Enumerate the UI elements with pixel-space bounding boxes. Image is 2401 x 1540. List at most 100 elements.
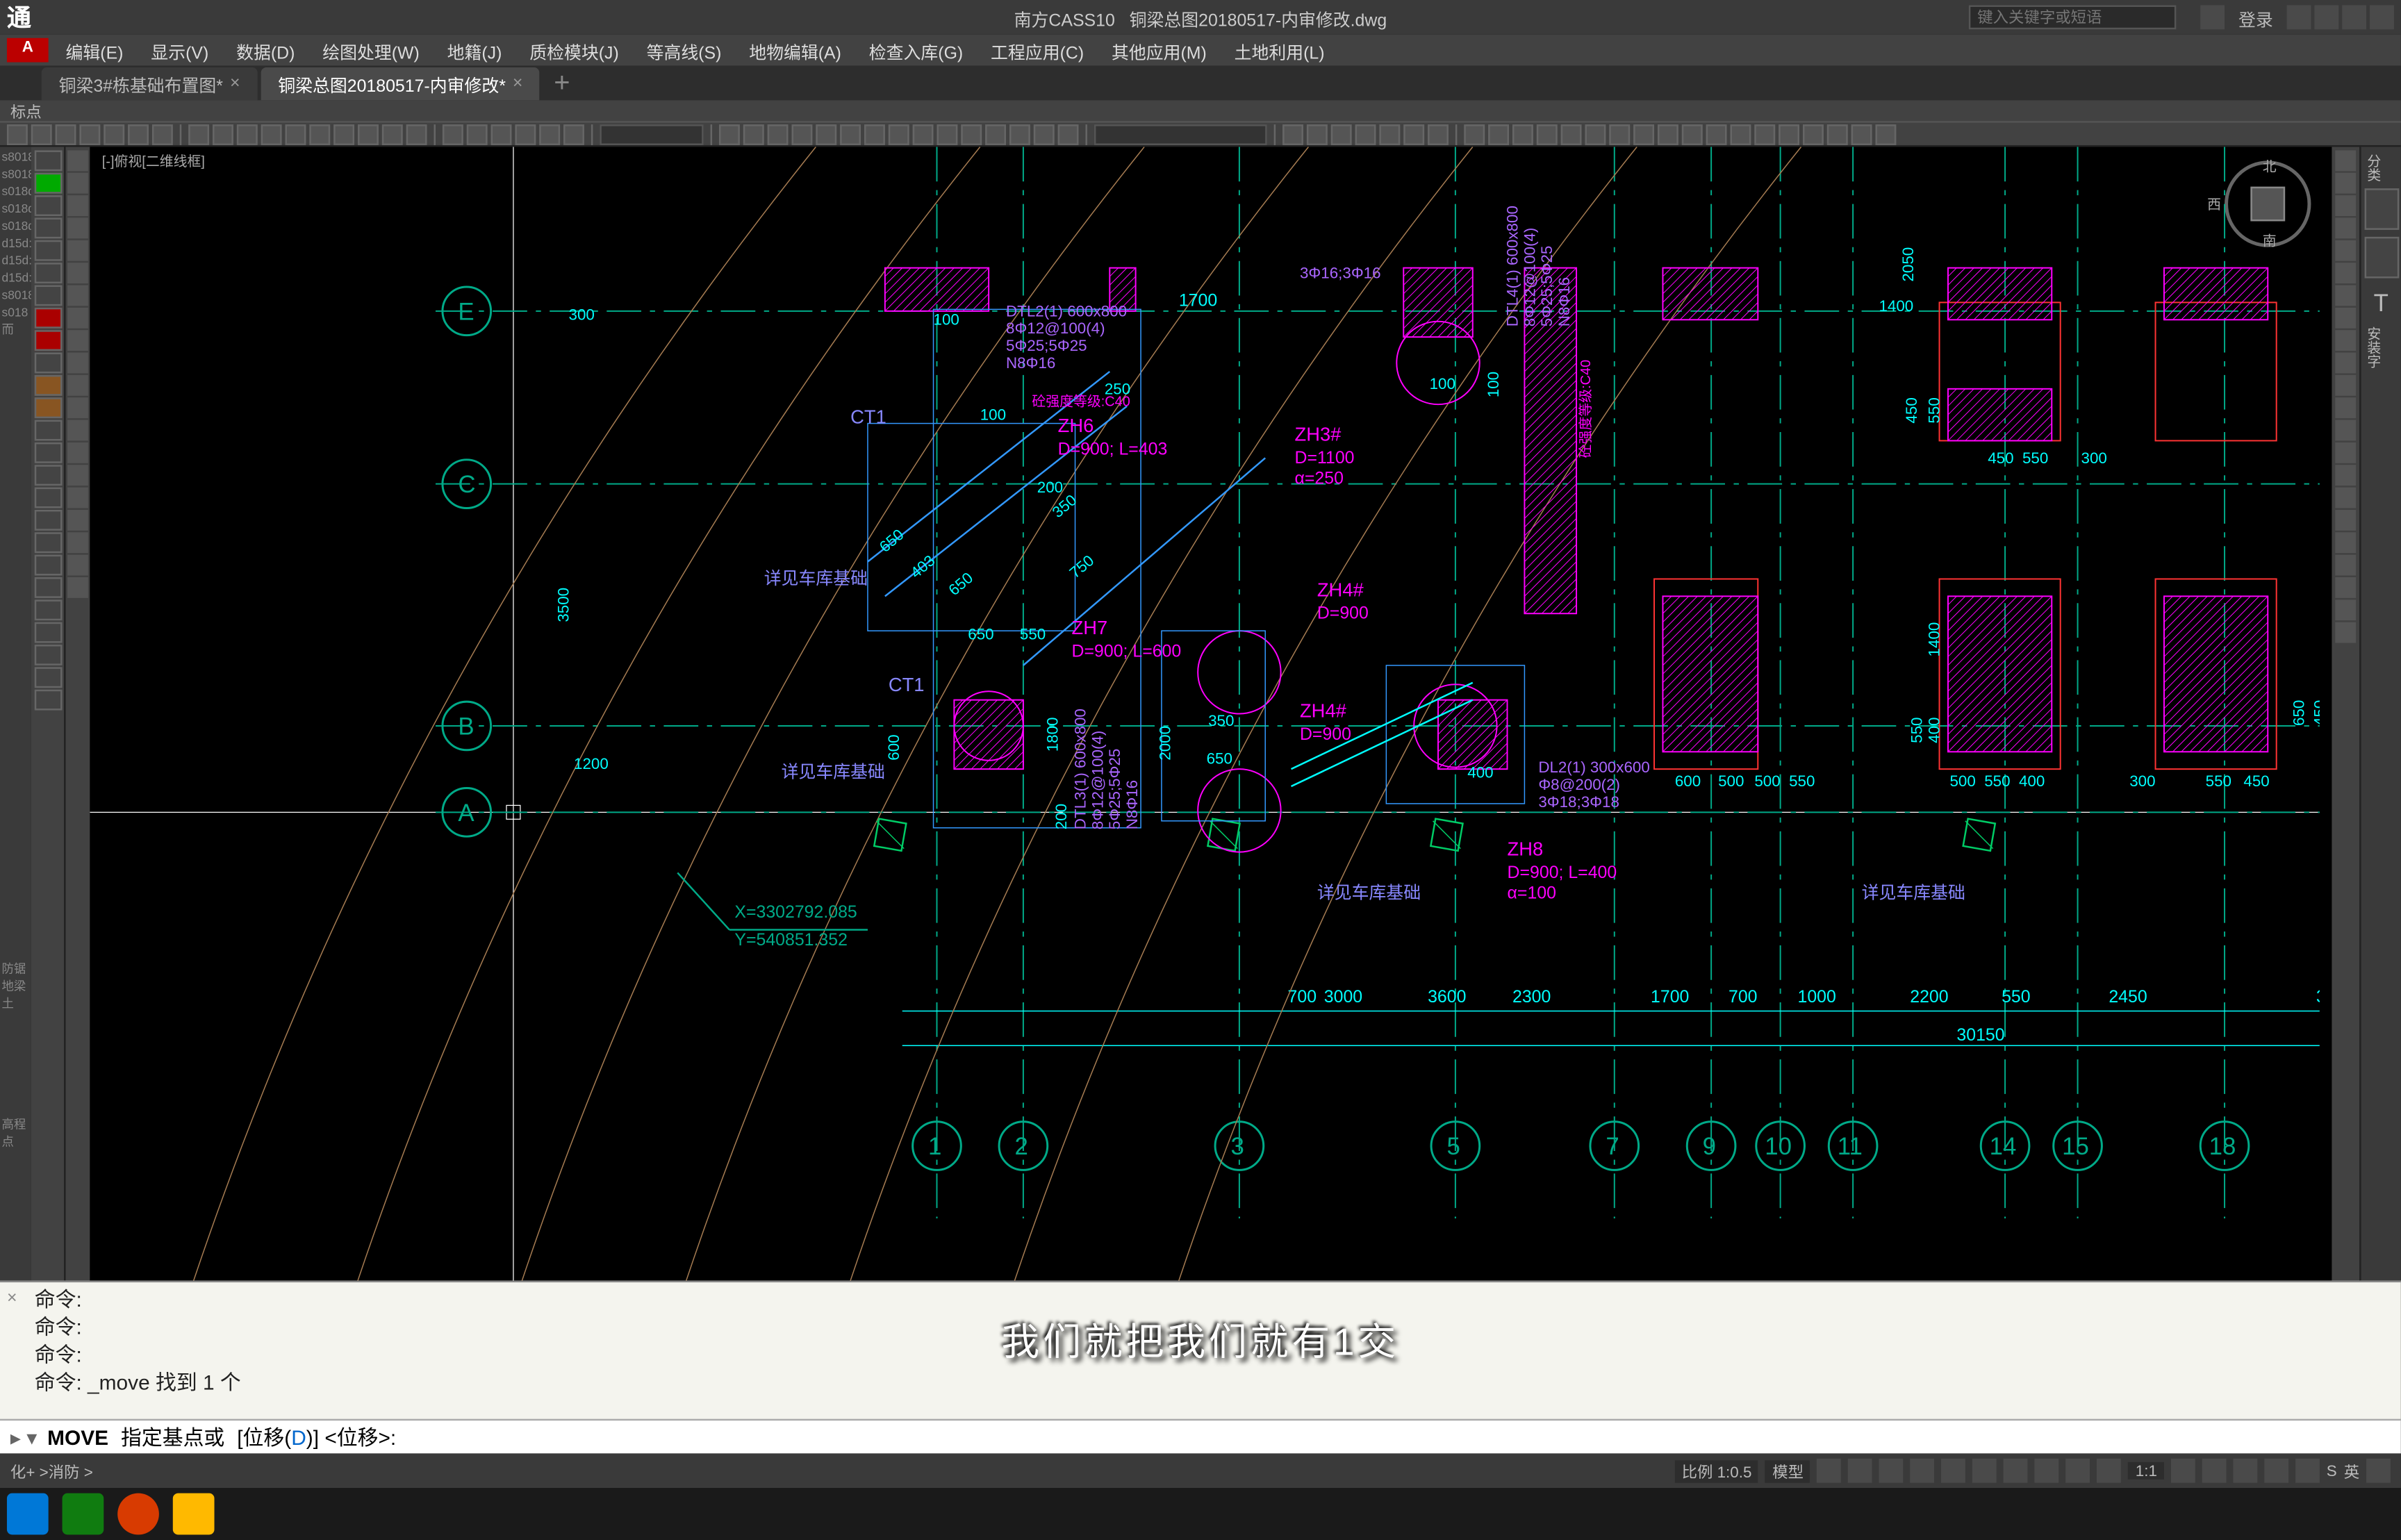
tool-icon[interactable] — [1034, 124, 1055, 144]
modify-tool-icon[interactable] — [2335, 420, 2356, 441]
draw-tool-icon[interactable] — [67, 150, 88, 171]
palette-item[interactable] — [34, 240, 62, 261]
draw-tool-icon[interactable] — [67, 420, 88, 441]
tool-icon[interactable] — [1706, 124, 1727, 144]
tool-icon[interactable] — [1512, 124, 1533, 144]
palette-item[interactable] — [34, 488, 62, 508]
tool-icon[interactable] — [104, 124, 124, 144]
palette-item[interactable] — [34, 465, 62, 486]
palette-item[interactable] — [34, 330, 62, 351]
ime-lang[interactable]: 英 — [2344, 1459, 2359, 1482]
menu-draw[interactable]: 绘图处理(W) — [308, 37, 433, 63]
menu-view[interactable]: 显示(V) — [137, 37, 222, 63]
modify-tool-icon[interactable] — [2335, 622, 2356, 643]
tool-icon[interactable] — [889, 124, 909, 144]
tool-icon[interactable] — [286, 124, 306, 144]
tool-icon[interactable] — [491, 124, 512, 144]
text-tool-icon[interactable]: T — [2365, 288, 2398, 316]
draw-tool-icon[interactable] — [67, 353, 88, 374]
status-icon[interactable] — [2202, 1459, 2227, 1483]
tab-doc-2[interactable]: 铜梁总图20180517-内审修改*× — [261, 67, 540, 100]
draw-tool-icon[interactable] — [67, 173, 88, 194]
modify-tool-icon[interactable] — [2335, 599, 2356, 620]
palette-item[interactable] — [34, 555, 62, 576]
tool-icon[interactable] — [1428, 124, 1449, 144]
tool-icon[interactable] — [1803, 124, 1824, 144]
tool-icon[interactable] — [237, 124, 258, 144]
modify-tool-icon[interactable] — [2335, 488, 2356, 508]
tool-icon[interactable] — [913, 124, 934, 144]
palette-item[interactable] — [34, 510, 62, 531]
taskbar-record-icon[interactable] — [117, 1493, 159, 1535]
sign-in-icon[interactable] — [2200, 5, 2225, 29]
tool-icon[interactable] — [1331, 124, 1352, 144]
modify-tool-icon[interactable] — [2335, 240, 2356, 261]
palette-item[interactable] — [34, 667, 62, 688]
tool-icon[interactable] — [1009, 124, 1030, 144]
status-icon[interactable] — [2171, 1459, 2195, 1483]
tool-icon[interactable] — [985, 124, 1006, 144]
model-space-button[interactable]: 模型 — [1765, 1459, 1810, 1482]
palette-item[interactable] — [34, 690, 62, 711]
palette-item[interactable] — [34, 645, 62, 665]
tool-icon[interactable] — [1754, 124, 1775, 144]
menu-contour[interactable]: 等高线(S) — [633, 37, 736, 63]
cmd-option[interactable]: D — [291, 1425, 306, 1449]
tool-icon[interactable] — [792, 124, 813, 144]
tool-icon[interactable] — [563, 124, 584, 144]
palette-item[interactable] — [34, 420, 62, 441]
modify-tool-icon[interactable] — [2335, 308, 2356, 329]
modify-tool-icon[interactable] — [2335, 150, 2356, 171]
menu-other[interactable]: 其他应用(M) — [1098, 37, 1221, 63]
draw-tool-icon[interactable] — [67, 263, 88, 283]
tool-icon[interactable] — [1779, 124, 1799, 144]
palette-item[interactable] — [34, 263, 62, 283]
tool-icon[interactable] — [309, 124, 330, 144]
tool-icon[interactable] — [937, 124, 957, 144]
tool-icon[interactable] — [128, 124, 149, 144]
menu-check[interactable]: 检查入库(G) — [855, 37, 977, 63]
menu-edit[interactable]: 编辑(E) — [52, 37, 138, 63]
palette-item[interactable] — [34, 375, 62, 396]
snap-toggle-icon[interactable] — [1849, 1459, 1873, 1483]
tool-icon[interactable] — [816, 124, 836, 144]
palette-item[interactable] — [34, 195, 62, 216]
modify-tool-icon[interactable] — [2335, 510, 2356, 531]
grid-toggle-icon[interactable] — [1817, 1459, 1842, 1483]
taskbar-word-icon[interactable] — [7, 1493, 49, 1535]
tool-icon[interactable] — [152, 124, 173, 144]
modify-tool-icon[interactable] — [2335, 375, 2356, 396]
command-prompt[interactable]: ▸ ▾ MOVE 指定基点或 [位移(D)] <位移>: — [0, 1419, 2401, 1454]
tool-icon[interactable] — [467, 124, 488, 144]
tool-icon[interactable] — [406, 124, 427, 144]
minimize-icon[interactable] — [2314, 5, 2338, 29]
tool-icon[interactable] — [382, 124, 403, 144]
taskbar-excel-icon[interactable] — [63, 1493, 104, 1535]
status-icon[interactable] — [2295, 1459, 2320, 1483]
tool-icon[interactable] — [539, 124, 560, 144]
tool-icon[interactable] — [1058, 124, 1079, 144]
help-search-input[interactable] — [1969, 5, 2177, 29]
status-icon[interactable] — [2233, 1459, 2257, 1483]
tool-icon[interactable] — [1537, 124, 1558, 144]
tool-icon[interactable] — [31, 124, 52, 144]
tool-icon[interactable] — [1633, 124, 1654, 144]
layer-name-dropdown[interactable] — [1094, 124, 1267, 144]
tool-icon[interactable] — [1827, 124, 1848, 144]
draw-tool-icon[interactable] — [67, 285, 88, 306]
status-icon[interactable] — [2264, 1459, 2288, 1483]
menu-qc[interactable]: 质检模块(J) — [515, 37, 632, 63]
ime-sogou-icon[interactable]: S — [2327, 1462, 2337, 1480]
modify-tool-icon[interactable] — [2335, 195, 2356, 216]
layer-dropdown[interactable] — [600, 124, 703, 144]
modify-tool-icon[interactable] — [2335, 353, 2356, 374]
draw-tool-icon[interactable] — [67, 217, 88, 238]
tool-icon[interactable] — [515, 124, 536, 144]
modify-tool-icon[interactable] — [2335, 217, 2356, 238]
tab-doc-1[interactable]: 铜梁3#栋基础布置图*× — [42, 67, 258, 100]
status-icon[interactable] — [2066, 1459, 2090, 1483]
draw-tool-icon[interactable] — [67, 195, 88, 216]
modify-tool-icon[interactable] — [2335, 577, 2356, 598]
palette-sample[interactable] — [2365, 188, 2400, 230]
tool-icon[interactable] — [864, 124, 885, 144]
